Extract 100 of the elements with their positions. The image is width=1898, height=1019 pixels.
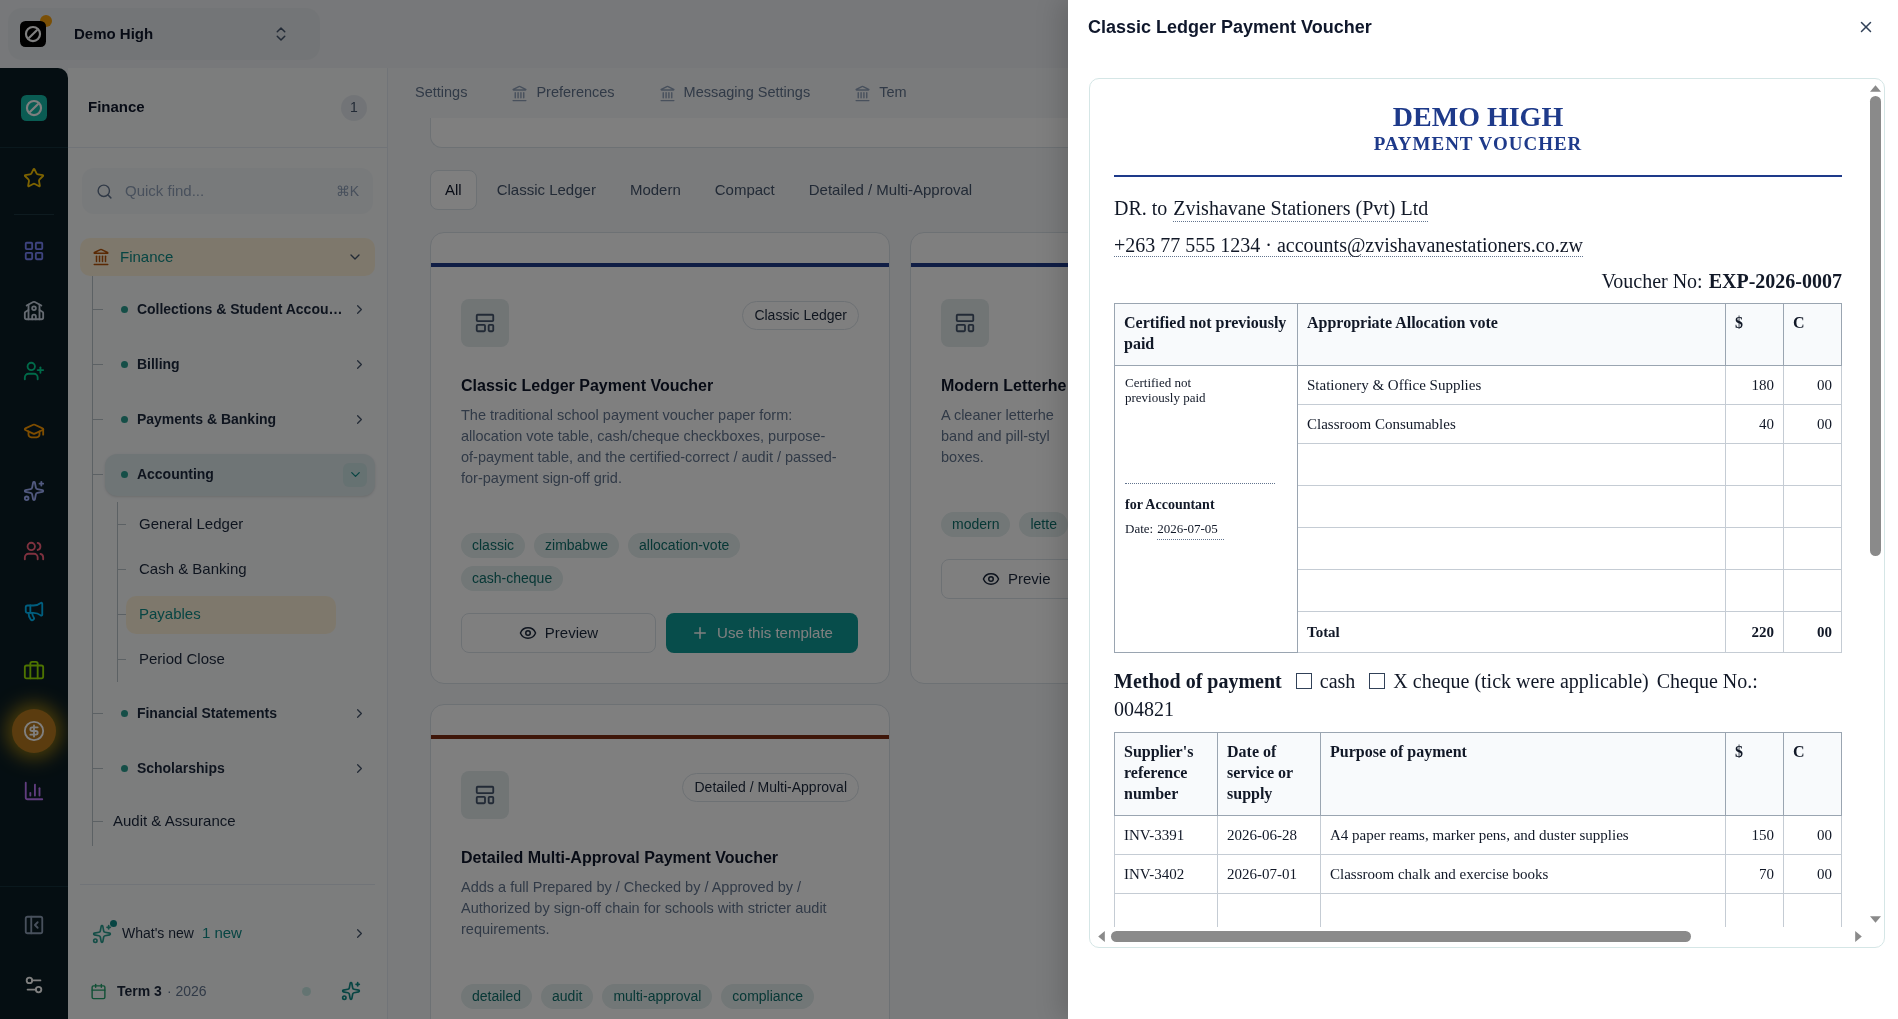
column-header: Date of service or supply xyxy=(1217,732,1321,816)
table-cell: 00 xyxy=(1783,365,1842,405)
tag: detailed xyxy=(461,984,533,1009)
tree-group[interactable]: Payments & Banking xyxy=(104,398,375,441)
layout-icon xyxy=(474,784,496,806)
card-description: A cleaner letterhe band and pill-styl boxes. xyxy=(941,406,1055,467)
use-template-button[interactable]: Use this template xyxy=(666,613,858,653)
option-label: X cheque (tick were applicable) xyxy=(1393,669,1649,694)
scroll-left-icon[interactable] xyxy=(1098,930,1105,942)
tree-group[interactable]: Collections & Student Accou… xyxy=(104,288,375,331)
school-name: DEMO HIGH xyxy=(1391,101,1565,133)
bank-icon xyxy=(854,84,872,102)
layout-icon xyxy=(954,312,976,334)
settings-tab[interactable]: Messaging Settings xyxy=(658,82,811,104)
tree-group[interactable]: Accounting xyxy=(104,453,375,496)
grid-icon xyxy=(23,240,45,262)
table-cell: Classroom chalk and exercise books xyxy=(1320,854,1726,894)
table-cell: 2026-07-01 xyxy=(1217,854,1321,894)
filter-tab[interactable]: All xyxy=(430,170,477,210)
filter-tab[interactable]: Modern xyxy=(615,170,695,210)
tree-group[interactable]: Scholarships xyxy=(104,747,375,790)
table-cell: INV-3391 xyxy=(1114,815,1218,855)
sparkles-icon xyxy=(92,922,114,944)
briefcase-icon xyxy=(23,660,45,682)
layout-icon xyxy=(474,312,496,334)
star-icon xyxy=(23,167,45,189)
column-header: Purpose of payment xyxy=(1320,732,1726,816)
settings-tab[interactable]: Settings xyxy=(415,82,468,104)
calendar-icon xyxy=(90,982,107,1000)
sidebar-title: Finance xyxy=(88,97,145,118)
tree-item[interactable]: Cash & Banking xyxy=(126,550,336,589)
drawer-title: Classic Ledger Payment Voucher xyxy=(1088,15,1372,39)
whats-new-link[interactable]: What's new 1 new xyxy=(80,919,375,947)
panel-left-icon xyxy=(23,914,45,936)
scroll-right-icon[interactable] xyxy=(1855,930,1862,942)
column-header: $ xyxy=(1725,303,1784,366)
signatory-label: for Accountant xyxy=(1125,496,1216,514)
tag: compliance xyxy=(721,984,815,1009)
tree-item[interactable]: Period Close xyxy=(126,640,336,679)
term-year: · 2026 xyxy=(166,981,207,1001)
table-cell: 00 xyxy=(1783,854,1842,894)
app-logo xyxy=(21,94,47,121)
column-header: Appropriate Allocation vote xyxy=(1297,303,1726,366)
total-dollars: 220 xyxy=(1725,611,1784,653)
cheque-number: 004821 xyxy=(1114,697,1174,722)
voucher-number: EXP-2026-0007 xyxy=(1708,269,1842,294)
eye-icon xyxy=(982,570,1000,588)
preview-button[interactable]: Preview xyxy=(461,613,656,653)
card-title: Detailed Multi-Approval Payment Voucher xyxy=(461,848,780,868)
workspace-switcher[interactable]: Demo High xyxy=(8,8,320,60)
tag: classic xyxy=(461,533,525,558)
payee-prefix: DR. to xyxy=(1114,196,1168,221)
tree-item[interactable]: Payables xyxy=(126,595,336,634)
table-cell: A4 paper reams, marker pens, and duster supplies xyxy=(1320,815,1726,855)
tree-group[interactable]: Financial Statements xyxy=(104,692,375,735)
user-plus-icon xyxy=(23,360,45,382)
eye-icon xyxy=(518,624,537,642)
sliders-icon xyxy=(23,974,45,996)
tree-item[interactable]: General Ledger xyxy=(126,505,336,544)
count-badge: 1 xyxy=(341,94,367,121)
cheque-number-label: Cheque No.: xyxy=(1656,669,1758,694)
bank-icon xyxy=(658,84,676,102)
tree-section[interactable]: Finance xyxy=(80,238,375,276)
tag: allocation-vote xyxy=(628,533,741,558)
total-label: Total xyxy=(1297,611,1726,653)
table-cell: Classroom Consumables xyxy=(1297,404,1726,444)
tag: modern xyxy=(941,512,1011,537)
table-cell: 40 xyxy=(1725,404,1784,444)
tree-link[interactable]: Audit & Assurance xyxy=(113,809,236,833)
rail-button[interactable] xyxy=(12,709,56,753)
users-icon xyxy=(23,540,45,562)
table-cell: Stationery & Office Supplies xyxy=(1297,365,1726,405)
table-cell: 150 xyxy=(1725,815,1784,855)
total-cents: 00 xyxy=(1783,611,1842,653)
table-cell: 180 xyxy=(1725,365,1784,405)
column-header: Certified not previously paid xyxy=(1114,303,1298,366)
card-description: The traditional school payment voucher paper form: allocation vote table, cash/cheque checkboxes, purpose-of-payment table, and the certified-correct / audit / passed-for-payment sign-off grid. xyxy=(461,406,838,488)
tag: multi-approval xyxy=(602,984,713,1009)
filter-tab[interactable]: Detailed / Multi-Approval xyxy=(794,170,987,210)
tag: lette xyxy=(1019,512,1068,537)
scroll-down-icon[interactable] xyxy=(1869,916,1881,923)
bank-icon xyxy=(92,248,110,266)
settings-tab[interactable]: Preferences xyxy=(511,82,615,104)
certification-cell: Certified not previously paid for Accountant Date: 2026-07-05 xyxy=(1114,365,1298,653)
checkbox[interactable] xyxy=(1295,673,1312,689)
table-cell: 2026-06-28 xyxy=(1217,815,1321,855)
table-cell: 70 xyxy=(1725,854,1784,894)
tree-group[interactable]: Billing xyxy=(104,343,375,386)
chevron-down-icon xyxy=(343,462,367,487)
dollar-icon xyxy=(23,720,45,742)
column-header: Supplier's reference number xyxy=(1114,732,1218,816)
filter-tab[interactable]: Compact xyxy=(700,170,789,210)
table-cell: 00 xyxy=(1783,404,1842,444)
column-header: $ xyxy=(1725,732,1784,816)
checkbox[interactable] xyxy=(1369,673,1386,689)
settings-tab[interactable]: Tem xyxy=(854,82,907,104)
scroll-up-icon[interactable] xyxy=(1869,85,1881,92)
tag: cash-cheque xyxy=(461,566,564,591)
filter-tab[interactable]: Classic Ledger xyxy=(482,170,610,210)
school-icon xyxy=(23,300,45,322)
